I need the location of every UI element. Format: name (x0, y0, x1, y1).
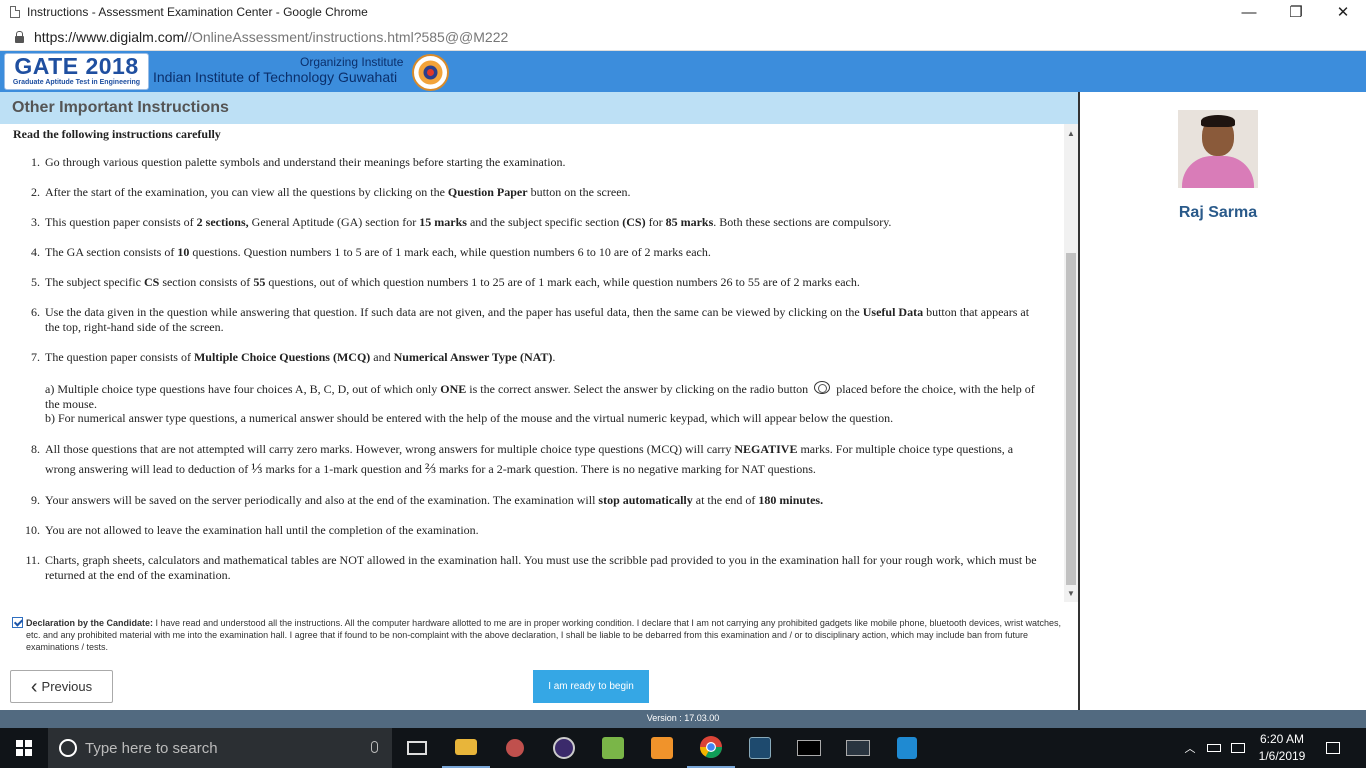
windows-taskbar: Type here to search ︿ 6:20 AM 1/6/2019 (0, 728, 1366, 768)
instruction-text: You are not allowed to leave the examina… (45, 523, 479, 537)
instruction-text: Charts, graph sheets, calculators and ma… (45, 553, 1037, 582)
candidate-panel: Raj Sarma (1078, 92, 1366, 710)
instruction-number: 9. (31, 493, 40, 507)
instruction-text: Your answers will be saved on the server… (45, 493, 824, 507)
instruction-text: Use the data given in the question while… (45, 305, 1030, 334)
iit-guwahati-logo (412, 54, 449, 91)
browser-titlebar: Instructions - Assessment Examination Ce… (0, 0, 1366, 24)
taskbar-search-box[interactable]: Type here to search (48, 728, 392, 768)
clock-date: 1/6/2019 (1258, 749, 1306, 763)
instruction-number: 8. (31, 442, 40, 456)
terminal-icon[interactable] (785, 728, 833, 768)
radio-button-icon (814, 381, 831, 394)
instruction-number: 2. (31, 185, 40, 199)
chrome-icon[interactable] (687, 728, 735, 768)
mysql-shell-icon[interactable] (834, 728, 882, 768)
vscode-icon[interactable] (883, 728, 931, 768)
power-icon[interactable] (1204, 728, 1224, 768)
clock-time: 6:20 AM (1259, 732, 1305, 746)
instruction-number: 6. (31, 305, 40, 319)
declaration-text: Declaration by the Candidate: I have rea… (26, 618, 1062, 652)
institute-name: Indian Institute of Technology Guwahati (153, 69, 398, 85)
notepad-plus-icon[interactable] (589, 728, 637, 768)
mysql-workbench-icon[interactable] (736, 728, 784, 768)
url-text[interactable]: https://www.digialm.com//OnlineAssessmen… (34, 29, 508, 45)
instruction-text: All those questions that are not attempt… (45, 442, 1014, 477)
network-icon[interactable] (1228, 728, 1248, 768)
gate-logo-title: GATE 2018 (14, 53, 139, 79)
candidate-name: Raj Sarma (1178, 204, 1258, 221)
declaration-checkbox[interactable] (12, 617, 23, 628)
exam-header: GATE 2018 Graduate Aptitude Test in Engi… (0, 51, 1366, 92)
instruction-text: This question paper consists of 2 sectio… (45, 215, 892, 229)
snipping-tool-icon[interactable] (491, 728, 539, 768)
instruction-subitem-a: a) Multiple choice type questions have f… (45, 381, 1035, 411)
instructions-panel: Read the following instructions carefull… (0, 124, 1064, 602)
instruction-text: The GA section consists of 10 questions.… (45, 245, 711, 259)
scroll-thumb[interactable] (1066, 253, 1076, 585)
instruction-text: After the start of the examination, you … (45, 185, 631, 199)
instruction-subitem-b: b) For numerical answer type questions, … (45, 411, 894, 425)
minimize-button[interactable]: — (1226, 0, 1272, 24)
instructions-lead: Read the following instructions carefull… (13, 127, 221, 141)
restore-button[interactable]: ❐ (1273, 0, 1319, 24)
instruction-number: 10. (25, 523, 40, 537)
search-placeholder: Type here to search (85, 739, 218, 757)
sublime-text-icon[interactable] (638, 728, 686, 768)
window-title: Instructions - Assessment Examination Ce… (27, 5, 368, 19)
previous-button[interactable]: ‹ Previous (10, 670, 113, 703)
windows-start-icon[interactable] (16, 740, 32, 756)
taskbar-clock[interactable]: 6:20 AM 1/6/2019 (1252, 731, 1312, 765)
version-label: Version : 17.03.00 (0, 710, 1366, 728)
instructions-scrollbar[interactable]: ▲ ▼ (1064, 124, 1078, 602)
chevron-up-icon[interactable]: ︿ (1180, 728, 1200, 768)
gate-logo: GATE 2018 Graduate Aptitude Test in Engi… (4, 53, 149, 90)
instruction-number: 11. (25, 553, 40, 567)
instruction-number: 3. (31, 215, 40, 229)
cortana-icon (59, 739, 77, 757)
address-bar[interactable]: https://www.digialm.com//OnlineAssessmen… (0, 24, 1366, 51)
url-path: /OnlineAssessment/instructions.html?585@… (188, 29, 509, 45)
screen: { "browser": { "window_title": "Instruct… (0, 0, 1366, 768)
instruction-text: The question paper consists of Multiple … (45, 350, 556, 364)
file-explorer-icon[interactable] (442, 728, 490, 768)
instruction-number: 5. (31, 275, 40, 289)
candidate-photo (1178, 110, 1258, 188)
instruction-number: 1. (31, 155, 40, 169)
notification-icon[interactable] (1322, 728, 1344, 768)
gate-logo-subtitle: Graduate Aptitude Test in Engineering (12, 79, 141, 86)
microphone-icon[interactable] (371, 741, 378, 753)
eclipse-icon[interactable] (540, 728, 588, 768)
section-heading: Other Important Instructions (0, 92, 1078, 124)
instruction-number: 4. (31, 245, 40, 259)
instruction-text: Go through various question palette symb… (45, 155, 566, 169)
instruction-number: 7. (31, 350, 40, 364)
instruction-text: The subject specific CS section consists… (45, 275, 860, 289)
section-title: Other Important Instructions (12, 99, 229, 116)
organizing-label: Organizing Institute (300, 55, 404, 69)
scroll-down-icon[interactable]: ▼ (1064, 586, 1078, 600)
task-view-icon[interactable] (393, 728, 441, 768)
page-icon (10, 6, 20, 18)
close-button[interactable]: ✕ (1320, 0, 1366, 24)
ready-to-begin-button[interactable]: I am ready to begin (533, 670, 649, 703)
previous-label: Previous (41, 679, 93, 694)
scroll-up-icon[interactable]: ▲ (1064, 126, 1078, 140)
url-host: https://www.digialm.com/ (34, 29, 189, 45)
lock-icon (15, 30, 24, 43)
chevron-left-icon: ‹ (30, 675, 38, 698)
